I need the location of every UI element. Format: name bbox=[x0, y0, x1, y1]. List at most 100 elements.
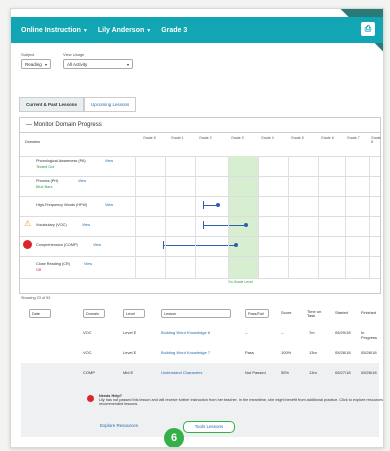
domains-header: Domains bbox=[25, 140, 40, 144]
row-finished: 05/28/18 bbox=[361, 370, 377, 375]
domain-status: Off bbox=[36, 268, 41, 272]
domain-view-link[interactable]: View bbox=[78, 179, 86, 183]
row-level: Mid E bbox=[123, 370, 134, 375]
view-usage-label: View Usage bbox=[63, 52, 85, 57]
row-started: 05/28/18 bbox=[335, 350, 351, 355]
level-filter[interactable]: Level bbox=[123, 309, 145, 318]
row-started: 05/29/18 bbox=[335, 330, 351, 335]
warning-icon: ⚠ bbox=[24, 219, 32, 228]
collapse-icon[interactable]: — bbox=[26, 122, 34, 128]
top-navigation-bar: Online Instruction ▼ Lily Anderson ▼ Grade… bbox=[11, 17, 383, 43]
grade-header: Grade K bbox=[143, 136, 157, 140]
row-time: 13m bbox=[309, 350, 317, 355]
row-domain: VOC bbox=[83, 350, 92, 355]
grid-line bbox=[228, 156, 229, 278]
grade-header: Grade 8 bbox=[371, 136, 381, 144]
table-row[interactable]: VOC Level E Building Word Knowledge 7 Pa… bbox=[21, 343, 379, 364]
grid-header-row: Domains Grade K Grade 1 Grade 2 Grade 3 … bbox=[20, 132, 381, 157]
domain-status: Blue Bars bbox=[36, 185, 53, 189]
row-pass: -- bbox=[245, 330, 248, 335]
on-grade-label: On Grade Level bbox=[228, 280, 253, 284]
row-time: 13m bbox=[309, 370, 317, 375]
row-lesson-link[interactable]: Building Word Knowledge 6 bbox=[161, 330, 210, 335]
grid-columns bbox=[135, 156, 380, 278]
pass-fail-filter[interactable]: Pass/Fail bbox=[245, 309, 269, 318]
domain-view-link[interactable]: View bbox=[82, 223, 90, 227]
explore-resources-button[interactable]: Explore Resources bbox=[89, 421, 149, 431]
grid-line bbox=[345, 156, 346, 278]
lesson-search[interactable]: Lesson bbox=[161, 309, 231, 318]
app-window: Online Instruction ▼ Lily Anderson ▼ Grade… bbox=[10, 8, 384, 448]
domain-name: Vocabulary (VOC) bbox=[36, 223, 67, 227]
view-usage-select[interactable]: All Activity ▾ bbox=[63, 59, 133, 69]
step-number-badge: 6 bbox=[164, 428, 184, 447]
domain-view-link[interactable]: View bbox=[93, 243, 101, 247]
grid-line bbox=[195, 156, 196, 278]
chevron-down-icon: ▼ bbox=[146, 27, 152, 34]
chevron-down-icon: ▾ bbox=[126, 62, 129, 67]
chevron-down-icon: ▼ bbox=[82, 27, 88, 34]
grid-line bbox=[318, 156, 319, 278]
domain-view-link[interactable]: View bbox=[105, 203, 113, 207]
print-icon[interactable]: ⎙ bbox=[361, 22, 375, 36]
domain-name: Phonics (PH) bbox=[36, 179, 59, 183]
domain-filter[interactable]: Domain bbox=[83, 309, 105, 318]
started-header: Started bbox=[335, 310, 348, 315]
row-time: 7m bbox=[309, 330, 315, 335]
grade-header: Grade 6 bbox=[321, 136, 334, 140]
tab-current-past-lessons[interactable]: Current & Past Lessons bbox=[19, 97, 85, 112]
date-filter[interactable]: Date bbox=[29, 309, 51, 318]
grid-line bbox=[135, 156, 136, 278]
nav-student-menu[interactable]: Lily Anderson ▼ bbox=[98, 27, 151, 34]
domain-name: Comprehension (COMP) bbox=[36, 243, 78, 247]
alert-icon bbox=[23, 240, 32, 249]
help-body: Lily has not passed this lesson and will… bbox=[99, 398, 384, 406]
alert-icon bbox=[87, 395, 94, 402]
tab-upcoming-lessons[interactable]: Upcoming Lessons bbox=[84, 97, 137, 112]
grade-header: Grade 3 bbox=[231, 136, 244, 140]
score-header: Score bbox=[281, 310, 292, 315]
help-message: Needs Help? Lily has not passed this les… bbox=[99, 394, 384, 406]
lesson-tabs: Current & Past Lessons Upcoming Lessons bbox=[19, 97, 137, 112]
nav-app-menu[interactable]: Online Instruction ▼ bbox=[21, 27, 88, 34]
row-level: Level E bbox=[123, 330, 137, 335]
row-domain: COMP bbox=[83, 370, 95, 375]
grid-line bbox=[165, 156, 166, 278]
grid-line bbox=[369, 156, 370, 278]
row-level: Level E bbox=[123, 350, 137, 355]
row-pass: Not Passed bbox=[245, 370, 266, 375]
nav-grade[interactable]: Grade 3 bbox=[161, 27, 187, 34]
row-score: -- bbox=[281, 330, 284, 335]
chevron-down-icon: ▾ bbox=[44, 62, 47, 67]
domain-progress-panel: — Monitor Domain Progress Domains Grade … bbox=[19, 117, 381, 294]
domain-name: Close Reading (CR) bbox=[36, 262, 70, 266]
domain-status: Tested Out bbox=[36, 165, 55, 169]
domain-name: High-Frequency Words (HFW) bbox=[36, 203, 88, 207]
row-pass: Pass bbox=[245, 350, 254, 355]
finished-header: Finished bbox=[361, 310, 377, 315]
row-started: 05/27/18 bbox=[335, 370, 351, 375]
domain-name: Phonological Awareness (PA) bbox=[36, 159, 86, 163]
grade-header: Grade 1 bbox=[171, 136, 184, 140]
row-lesson-link[interactable]: Building Word Knowledge 7 bbox=[161, 350, 210, 355]
panel-title: Monitor Domain Progress bbox=[33, 122, 102, 128]
subject-label: Subject bbox=[21, 52, 35, 57]
row-lesson-link[interactable]: Understand Characters bbox=[161, 370, 202, 375]
row-score: 100% bbox=[281, 350, 292, 355]
lessons-count-label: Showing 23 of 53 bbox=[21, 296, 51, 300]
domain-view-link[interactable]: View bbox=[84, 262, 92, 266]
grid-line bbox=[288, 156, 289, 278]
tools-lessons-button[interactable]: Tools Lessons bbox=[183, 421, 235, 433]
grade-header: Grade 7 bbox=[347, 136, 360, 140]
row-finished: 05/28/18 bbox=[361, 350, 377, 355]
grade-header: Grade 5 bbox=[291, 136, 304, 140]
grade-header: Grade 4 bbox=[261, 136, 274, 140]
panel-header[interactable]: — Monitor Domain Progress bbox=[20, 118, 380, 133]
grade-header: Grade 2 bbox=[199, 136, 212, 140]
table-row[interactable]: VOC Level E Building Word Knowledge 6 --… bbox=[21, 323, 379, 344]
subject-select[interactable]: Reading ▾ bbox=[21, 59, 51, 69]
grid-line bbox=[258, 156, 259, 278]
row-finished: In Progress bbox=[361, 330, 378, 340]
domain-view-link[interactable]: View bbox=[105, 159, 113, 163]
row-score: 55% bbox=[281, 370, 290, 375]
